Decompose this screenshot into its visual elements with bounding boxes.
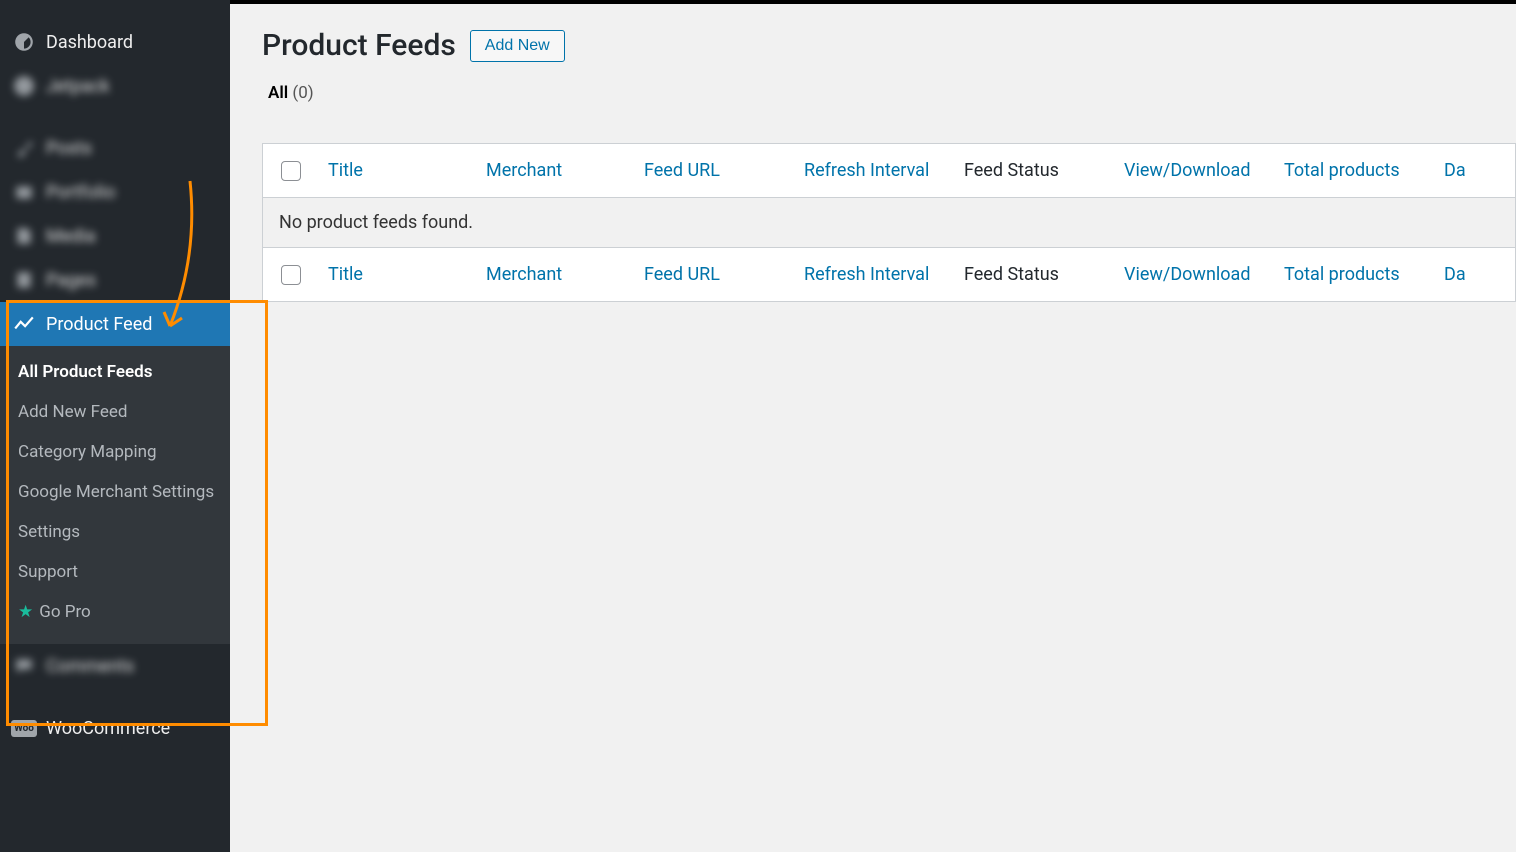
jetpack-icon [12,74,36,98]
chart-icon [12,312,36,336]
sidebar-label: Comments [46,656,134,677]
submenu-google-merchant[interactable]: Google Merchant Settings [0,472,230,512]
sidebar-label: Dashboard [46,32,133,53]
col-checkbox [263,145,318,197]
col-date[interactable]: Da [1434,248,1514,301]
sidebar-label: Product Feed [46,314,152,335]
sidebar-label: Posts [46,138,92,159]
submenu-go-pro-label: Go Pro [39,602,91,622]
sidebar-item-dashboard[interactable]: Dashboard [0,20,230,64]
comments-icon [12,654,36,678]
submenu-category-mapping[interactable]: Category Mapping [0,432,230,472]
submenu-support[interactable]: Support [0,552,230,592]
sidebar-label: Media [46,226,96,247]
woocommerce-icon: Woo [12,716,36,740]
sidebar-item-woocommerce[interactable]: Woo WooCommerce [0,706,230,750]
dashboard-icon [12,30,36,54]
portfolio-icon [12,180,36,204]
col-view[interactable]: View/Download [1114,248,1274,301]
media-icon [12,224,36,248]
pages-icon [12,268,36,292]
page-header: Product Feeds Add New [262,28,1516,63]
sidebar-label: Portfolio [46,182,115,203]
sidebar-submenu: All Product Feeds Add New Feed Category … [0,346,230,644]
feeds-table: Title Merchant Feed URL Refresh Interval… [262,143,1516,302]
col-merchant[interactable]: Merchant [476,248,634,301]
sidebar-item-jetpack[interactable]: Jetpack [0,64,230,108]
page-title: Product Feeds [262,28,456,63]
col-status: Feed Status [954,248,1114,301]
admin-sidebar: Dashboard Jetpack Posts Portfolio Media … [0,0,230,852]
submenu-all-feeds[interactable]: All Product Feeds [0,352,230,392]
sidebar-item-posts[interactable]: Posts [0,126,230,170]
submenu-add-new[interactable]: Add New Feed [0,392,230,432]
sidebar-item-comments[interactable]: Comments [0,644,230,688]
col-checkbox [263,249,318,301]
col-total[interactable]: Total products [1274,248,1434,301]
col-merchant[interactable]: Merchant [476,144,634,197]
sidebar-item-media[interactable]: Media [0,214,230,258]
sidebar-item-product-feed[interactable]: Product Feed [0,302,230,346]
table-header-row: Title Merchant Feed URL Refresh Interval… [263,144,1515,198]
main-content: Product Feeds Add New All (0) Title Merc… [230,4,1516,852]
col-title[interactable]: Title [318,144,476,197]
sidebar-label: Pages [46,270,96,291]
col-feed-url[interactable]: Feed URL [634,144,794,197]
select-all-checkbox-bottom[interactable] [281,265,301,285]
submenu-go-pro[interactable]: ★ Go Pro [0,592,230,632]
sidebar-label: Jetpack [46,76,110,97]
sidebar-label: WooCommerce [46,718,170,739]
col-view[interactable]: View/Download [1114,144,1274,197]
table-empty-row: No product feeds found. [263,198,1515,248]
col-total[interactable]: Total products [1274,144,1434,197]
col-feed-url[interactable]: Feed URL [634,248,794,301]
col-date[interactable]: Da [1434,144,1514,197]
col-status: Feed Status [954,144,1114,197]
filter-all-label[interactable]: All [268,83,288,103]
submenu-settings[interactable]: Settings [0,512,230,552]
star-icon: ★ [18,602,33,622]
filter-all-count: (0) [292,83,313,103]
col-title[interactable]: Title [318,248,476,301]
pin-icon [12,136,36,160]
sidebar-item-portfolio[interactable]: Portfolio [0,170,230,214]
sidebar-item-pages[interactable]: Pages [0,258,230,302]
add-new-button[interactable]: Add New [470,30,565,62]
select-all-checkbox[interactable] [281,161,301,181]
filter-links: All (0) [268,83,1516,103]
col-refresh[interactable]: Refresh Interval [794,248,954,301]
col-refresh[interactable]: Refresh Interval [794,144,954,197]
table-footer-row: Title Merchant Feed URL Refresh Interval… [263,248,1515,301]
